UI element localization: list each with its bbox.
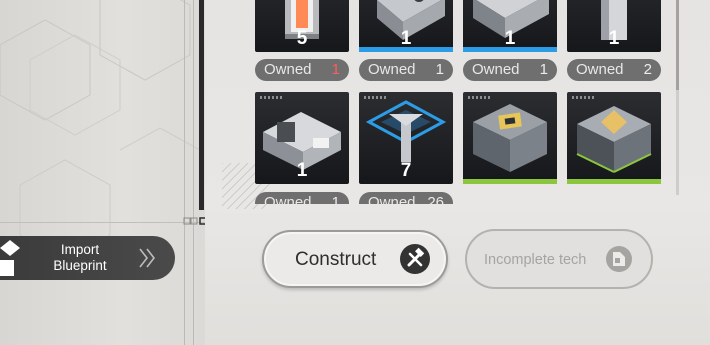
- rarity-bar-blue: [463, 47, 557, 52]
- incomplete-tech-label: Incomplete tech: [484, 252, 587, 268]
- card-quantity: 5: [296, 28, 308, 49]
- scrollbar-thumb[interactable]: [676, 0, 679, 90]
- blueprint-card[interactable]: 1: [255, 92, 349, 184]
- owned-label: Owned: [472, 61, 520, 78]
- owned-count: 1: [331, 61, 340, 78]
- double-chevron-right-icon: [139, 248, 156, 268]
- blueprint-card[interactable]: 1: [359, 0, 453, 52]
- panel-divider: [199, 0, 204, 210]
- rarity-bar-green: [567, 179, 661, 184]
- owned-count: 1: [539, 61, 548, 78]
- owned-pill: Owned 2: [567, 59, 661, 81]
- document-tech-icon: [606, 246, 632, 272]
- card-quantity: 7: [400, 160, 412, 181]
- hex-background: [0, 0, 201, 261]
- owned-pill: Owned 1: [359, 59, 453, 81]
- blueprint-card[interactable]: 7: [359, 92, 453, 184]
- guide-line: [184, 0, 185, 345]
- import-label-line2: Blueprint: [53, 258, 107, 273]
- card-quantity: 1: [608, 28, 620, 49]
- incomplete-tech-button[interactable]: Incomplete tech: [465, 229, 653, 289]
- hammer-wrench-icon: [400, 244, 430, 274]
- owned-count: 1: [331, 194, 340, 204]
- storage-crate-icon: [473, 104, 547, 172]
- construct-label: Construct: [295, 249, 377, 270]
- blueprint-card[interactable]: 5: [255, 0, 349, 52]
- blueprint-card[interactable]: [463, 92, 557, 184]
- owned-label: Owned: [576, 61, 624, 78]
- owned-count: 2: [643, 61, 652, 78]
- card-quantity: 1: [296, 160, 308, 181]
- owned-pill: Owned 1: [255, 192, 349, 204]
- owned-pill: Owned 1: [255, 59, 349, 81]
- blueprint-card[interactable]: [567, 92, 661, 184]
- owned-label: Owned: [264, 61, 312, 78]
- rarity-bar-green: [463, 179, 557, 184]
- supply-box-icon: [576, 106, 652, 173]
- guide-line: [193, 0, 194, 345]
- import-blueprint-button[interactable]: Import Blueprint: [0, 236, 175, 280]
- blueprint-card[interactable]: 1: [463, 0, 557, 52]
- import-label-line1: Import: [60, 242, 100, 257]
- left-panel: [0, 0, 205, 345]
- construct-button[interactable]: Construct: [262, 230, 448, 288]
- blueprint-grid: 5 1 1 1 Owned 1 Owned 1 Owned 1 Owned 2 …: [255, 0, 685, 204]
- owned-pill: Owned 1: [463, 59, 557, 81]
- blueprint-card[interactable]: 1: [567, 0, 661, 52]
- import-icon: [0, 240, 20, 276]
- owned-pill: Owned 26: [359, 192, 453, 204]
- owned-count: 1: [435, 61, 444, 78]
- owned-label: Owned: [368, 61, 416, 78]
- rarity-bar-blue: [359, 47, 453, 52]
- owned-label: Owned: [368, 194, 416, 204]
- import-blueprint-label: Import Blueprint: [40, 242, 120, 274]
- owned-count: 26: [427, 194, 444, 204]
- owned-label: Owned: [264, 194, 312, 204]
